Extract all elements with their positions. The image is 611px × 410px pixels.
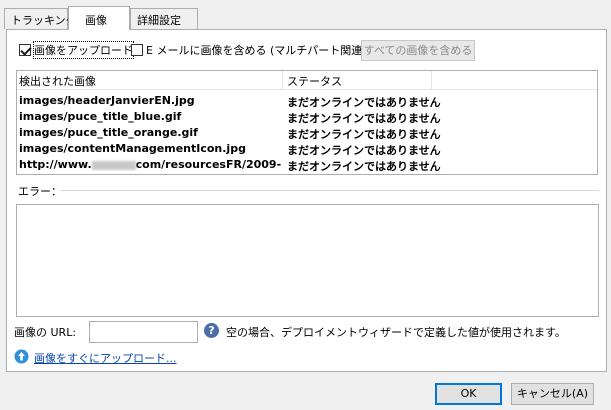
list-item[interactable]: images/puce_title_blue.gif まだオンラインではありませ… bbox=[17, 110, 597, 126]
upload-icon bbox=[14, 349, 29, 364]
include-all-images-button[interactable]: すべての画像を含める bbox=[361, 40, 475, 61]
image-status: まだオンラインではありません bbox=[287, 112, 441, 125]
tab-label: 詳細設定 bbox=[137, 14, 181, 27]
image-path: images/puce_title_orange.gif bbox=[19, 126, 198, 139]
include-images-checkbox[interactable] bbox=[131, 44, 143, 56]
image-path: images/contentManagementIcon.jpg bbox=[19, 142, 246, 155]
image-path: http://www. com/resourcesFR/2009-... bbox=[19, 158, 281, 171]
images-panel: 画像をアップロード E メールに画像を含める (マルチパート関連) すべての画像… bbox=[6, 29, 607, 372]
image-status: まだオンラインではありません bbox=[287, 144, 441, 157]
image-path: images/headerJanvierEN.jpg bbox=[19, 94, 195, 107]
column-header-image[interactable]: 検出された画像 bbox=[19, 73, 96, 89]
question-icon[interactable]: ? bbox=[204, 323, 219, 338]
redacted-domain bbox=[91, 160, 136, 170]
tab-label: 画像 bbox=[85, 14, 107, 27]
upload-images-checkbox[interactable] bbox=[19, 44, 31, 56]
column-header-status[interactable]: ステータス bbox=[287, 73, 342, 89]
list-item[interactable]: images/headerJanvierEN.jpg まだオンラインではありませ… bbox=[17, 94, 597, 110]
errors-label: エラー： bbox=[18, 185, 62, 198]
image-url-input[interactable] bbox=[89, 321, 198, 343]
column-separator bbox=[282, 71, 283, 89]
tab-tracking[interactable]: トラッキング bbox=[4, 8, 77, 29]
upload-images-label[interactable]: 画像をアップロード bbox=[33, 41, 134, 59]
list-item[interactable]: images/contentManagementIcon.jpg まだオンライン… bbox=[17, 142, 597, 158]
tab-label: トラッキング bbox=[11, 14, 77, 27]
list-header: 検出された画像 ステータス bbox=[17, 71, 597, 90]
image-status: まだオンラインではありません bbox=[287, 160, 441, 173]
image-status: まだオンラインではありません bbox=[287, 128, 441, 141]
tab-images[interactable]: 画像 bbox=[68, 6, 130, 30]
cancel-button[interactable]: キャンセル(A) bbox=[511, 383, 594, 405]
url-suffix: com/resourcesFR/2009-... bbox=[135, 158, 281, 171]
image-status: まだオンラインではありません bbox=[287, 96, 441, 109]
tab-advanced[interactable]: 詳細設定 bbox=[130, 8, 198, 29]
list-item[interactable]: images/puce_title_orange.gif まだオンラインではあり… bbox=[17, 126, 597, 142]
image-url-label: 画像の URL: bbox=[14, 326, 77, 339]
upload-now-link[interactable]: 画像をすぐにアップロード... bbox=[34, 350, 177, 366]
list-item[interactable]: http://www. com/resourcesFR/2009-... まだオン… bbox=[17, 158, 597, 174]
url-prefix: http://www. bbox=[19, 158, 92, 171]
errors-divider bbox=[61, 190, 599, 191]
column-separator bbox=[431, 71, 432, 89]
detected-images-list[interactable]: 検出された画像 ステータス images/headerJanvierEN.jpg… bbox=[16, 70, 598, 175]
ok-button[interactable]: OK bbox=[435, 383, 502, 405]
include-images-label[interactable]: E メールに画像を含める (マルチパート関連) bbox=[146, 42, 367, 58]
url-hint: 空の場合、デプロイメントウィザードで定義した値が使用されます。 bbox=[226, 326, 566, 339]
image-path: images/puce_title_blue.gif bbox=[19, 110, 182, 123]
errors-textarea[interactable] bbox=[16, 204, 599, 317]
